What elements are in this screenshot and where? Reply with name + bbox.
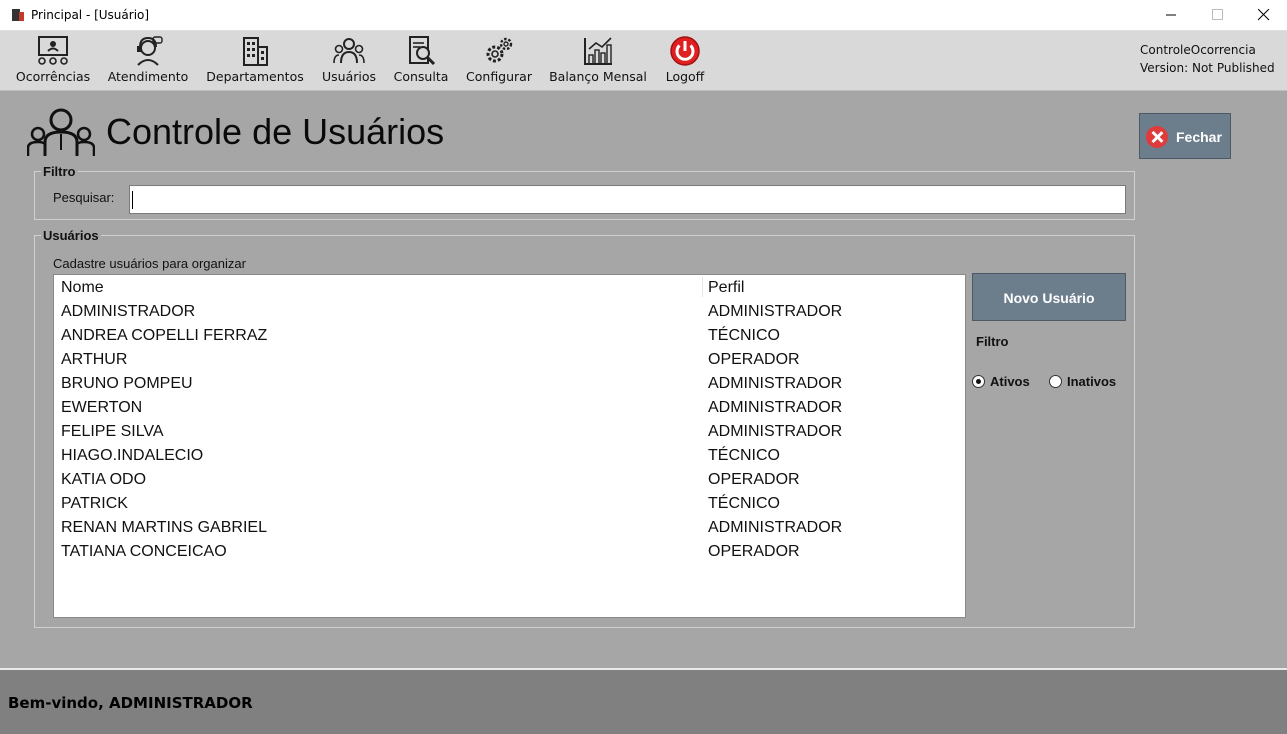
users-group-title: Usuários bbox=[41, 228, 101, 243]
cell-nome: HIAGO.INDALECIO bbox=[61, 447, 204, 464]
table-row[interactable]: KATIA ODO OPERADOR bbox=[54, 467, 965, 491]
minimize-icon bbox=[1166, 14, 1176, 16]
radio-inativos-label: Inativos bbox=[1067, 374, 1117, 389]
toolbar-label: Consulta bbox=[393, 69, 449, 84]
cell-perfil: OPERADOR bbox=[708, 471, 800, 488]
cell-perfil: ADMINISTRADOR bbox=[708, 375, 843, 392]
toolbar-balanco-mensal[interactable]: Balanço Mensal bbox=[546, 31, 650, 90]
cell-nome: KATIA ODO bbox=[61, 471, 147, 488]
users-group-icon bbox=[333, 38, 365, 64]
cell-nome: BRUNO POMPEU bbox=[61, 375, 193, 392]
cell-perfil: ADMINISTRADOR bbox=[708, 399, 843, 416]
bar-chart-icon bbox=[584, 37, 612, 65]
maximize-icon bbox=[1212, 9, 1223, 20]
cell-perfil: TÉCNICO bbox=[708, 447, 780, 464]
users-hint: Cadastre usuários para organizar bbox=[53, 256, 246, 271]
gears-icon bbox=[486, 37, 513, 63]
toolbar-consulta[interactable]: Consulta bbox=[388, 31, 454, 90]
cell-perfil: TÉCNICO bbox=[708, 495, 780, 512]
close-form-label: Fechar bbox=[1176, 129, 1222, 145]
close-icon bbox=[1258, 9, 1270, 21]
table-row[interactable]: BRUNO POMPEU ADMINISTRADOR bbox=[54, 371, 965, 395]
cell-nome: TATIANA CONCEICAO bbox=[61, 543, 227, 560]
table-row[interactable]: TATIANA CONCEICAO OPERADOR bbox=[54, 539, 965, 563]
new-user-button[interactable]: Novo Usuário bbox=[972, 273, 1126, 321]
column-separator[interactable] bbox=[702, 277, 703, 297]
column-header-nome[interactable]: Nome bbox=[61, 279, 104, 297]
text-caret bbox=[132, 191, 133, 209]
radio-inativos[interactable]: Inativos bbox=[1049, 374, 1125, 392]
window-title-bar: Principal - [Usuário] bbox=[0, 0, 1287, 31]
radio-ativos-label: Ativos bbox=[990, 374, 1030, 389]
version-info: ControleOcorrencia Version: Not Publishe… bbox=[1140, 41, 1275, 77]
table-row[interactable]: HIAGO.INDALECIO TÉCNICO bbox=[54, 443, 965, 467]
cell-perfil: ADMINISTRADOR bbox=[708, 303, 843, 320]
table-row[interactable]: FELIPE SILVA ADMINISTRADOR bbox=[54, 419, 965, 443]
welcome-text: Bem-vindo, bbox=[8, 694, 104, 712]
new-user-label: Novo Usuário bbox=[1003, 290, 1095, 306]
cell-nome: ADMINISTRADOR bbox=[61, 303, 196, 320]
cell-nome: EWERTON bbox=[61, 399, 143, 416]
app-name: ControleOcorrencia bbox=[1140, 43, 1256, 57]
radio-ativos[interactable]: Ativos bbox=[972, 374, 1038, 392]
table-row[interactable]: RENAN MARTINS GABRIEL ADMINISTRADOR bbox=[54, 515, 965, 539]
window-title: Principal - [Usuário] bbox=[31, 8, 150, 22]
window-close-button[interactable] bbox=[1241, 0, 1287, 30]
toolbar-label: Logoff bbox=[665, 69, 705, 84]
version-text: Version: Not Published bbox=[1140, 61, 1275, 75]
cell-perfil: OPERADOR bbox=[708, 543, 800, 560]
toolbar-atendimento[interactable]: Atendimento bbox=[104, 31, 192, 90]
cell-nome: RENAN MARTINS GABRIEL bbox=[61, 519, 267, 536]
column-header-perfil[interactable]: Perfil bbox=[708, 279, 744, 297]
support-agent-icon bbox=[137, 36, 163, 66]
close-icon bbox=[1146, 126, 1168, 148]
table-row[interactable]: ARTHUR OPERADOR bbox=[54, 347, 965, 371]
table-row[interactable]: EWERTON ADMINISTRADOR bbox=[54, 395, 965, 419]
toolbar-label: Balanço Mensal bbox=[549, 69, 647, 84]
table-row[interactable]: ANDREA COPELLI FERRAZ TÉCNICO bbox=[54, 323, 965, 347]
toolbar-label: Departamentos bbox=[206, 69, 304, 84]
cell-perfil: ADMINISTRADOR bbox=[708, 519, 843, 536]
cell-nome: FELIPE SILVA bbox=[61, 423, 164, 440]
toolbar-ocorrencias[interactable]: Ocorrências bbox=[10, 31, 96, 90]
cell-perfil: TÉCNICO bbox=[708, 327, 780, 344]
radio-indicator-checked bbox=[972, 375, 985, 388]
main-toolbar: Ocorrências Atendimento Departamentos Us… bbox=[0, 31, 1287, 91]
dashboard-people-icon bbox=[38, 36, 68, 65]
toolbar-label: Configurar bbox=[466, 69, 532, 84]
page-title: Controle de Usuários bbox=[106, 111, 445, 152]
users-group-icon bbox=[27, 108, 95, 156]
status-filter-label: Filtro bbox=[976, 334, 1009, 349]
current-user: ADMINISTRADOR bbox=[109, 694, 253, 712]
table-row[interactable]: PATRICK TÉCNICO bbox=[54, 491, 965, 515]
cell-nome: PATRICK bbox=[61, 495, 128, 512]
toolbar-departamentos[interactable]: Departamentos bbox=[204, 31, 306, 90]
toolbar-configurar[interactable]: Configurar bbox=[462, 31, 536, 90]
toolbar-usuarios[interactable]: Usuários bbox=[316, 31, 382, 90]
table-row[interactable]: ADMINISTRADOR ADMINISTRADOR bbox=[54, 299, 965, 323]
search-label: Pesquisar: bbox=[53, 190, 115, 205]
building-icon bbox=[243, 37, 268, 66]
cell-perfil: OPERADOR bbox=[708, 351, 800, 368]
app-icon bbox=[12, 9, 24, 21]
cell-nome: ARTHUR bbox=[61, 351, 128, 368]
search-input[interactable] bbox=[129, 185, 1126, 214]
document-search-icon bbox=[409, 36, 436, 66]
close-form-button[interactable]: Fechar bbox=[1139, 113, 1231, 159]
users-list-view[interactable]: Nome Perfil ADMINISTRADOR ADMINISTRADOR AN… bbox=[53, 274, 966, 618]
minimize-button[interactable] bbox=[1149, 0, 1195, 30]
maximize-button[interactable] bbox=[1195, 0, 1241, 30]
power-icon bbox=[670, 36, 700, 66]
toolbar-label: Usuários bbox=[321, 69, 377, 84]
cell-perfil: ADMINISTRADOR bbox=[708, 423, 843, 440]
filter-group-title: Filtro bbox=[41, 164, 78, 179]
toolbar-label: Atendimento bbox=[107, 69, 189, 84]
list-header: Nome Perfil bbox=[54, 275, 965, 299]
cell-nome: ANDREA COPELLI FERRAZ bbox=[61, 327, 268, 344]
toolbar-logoff[interactable]: Logoff bbox=[658, 31, 712, 90]
toolbar-label: Ocorrências bbox=[15, 69, 91, 84]
radio-indicator bbox=[1049, 375, 1062, 388]
status-footer: Bem-vindo, ADMINISTRADOR bbox=[0, 668, 1287, 734]
